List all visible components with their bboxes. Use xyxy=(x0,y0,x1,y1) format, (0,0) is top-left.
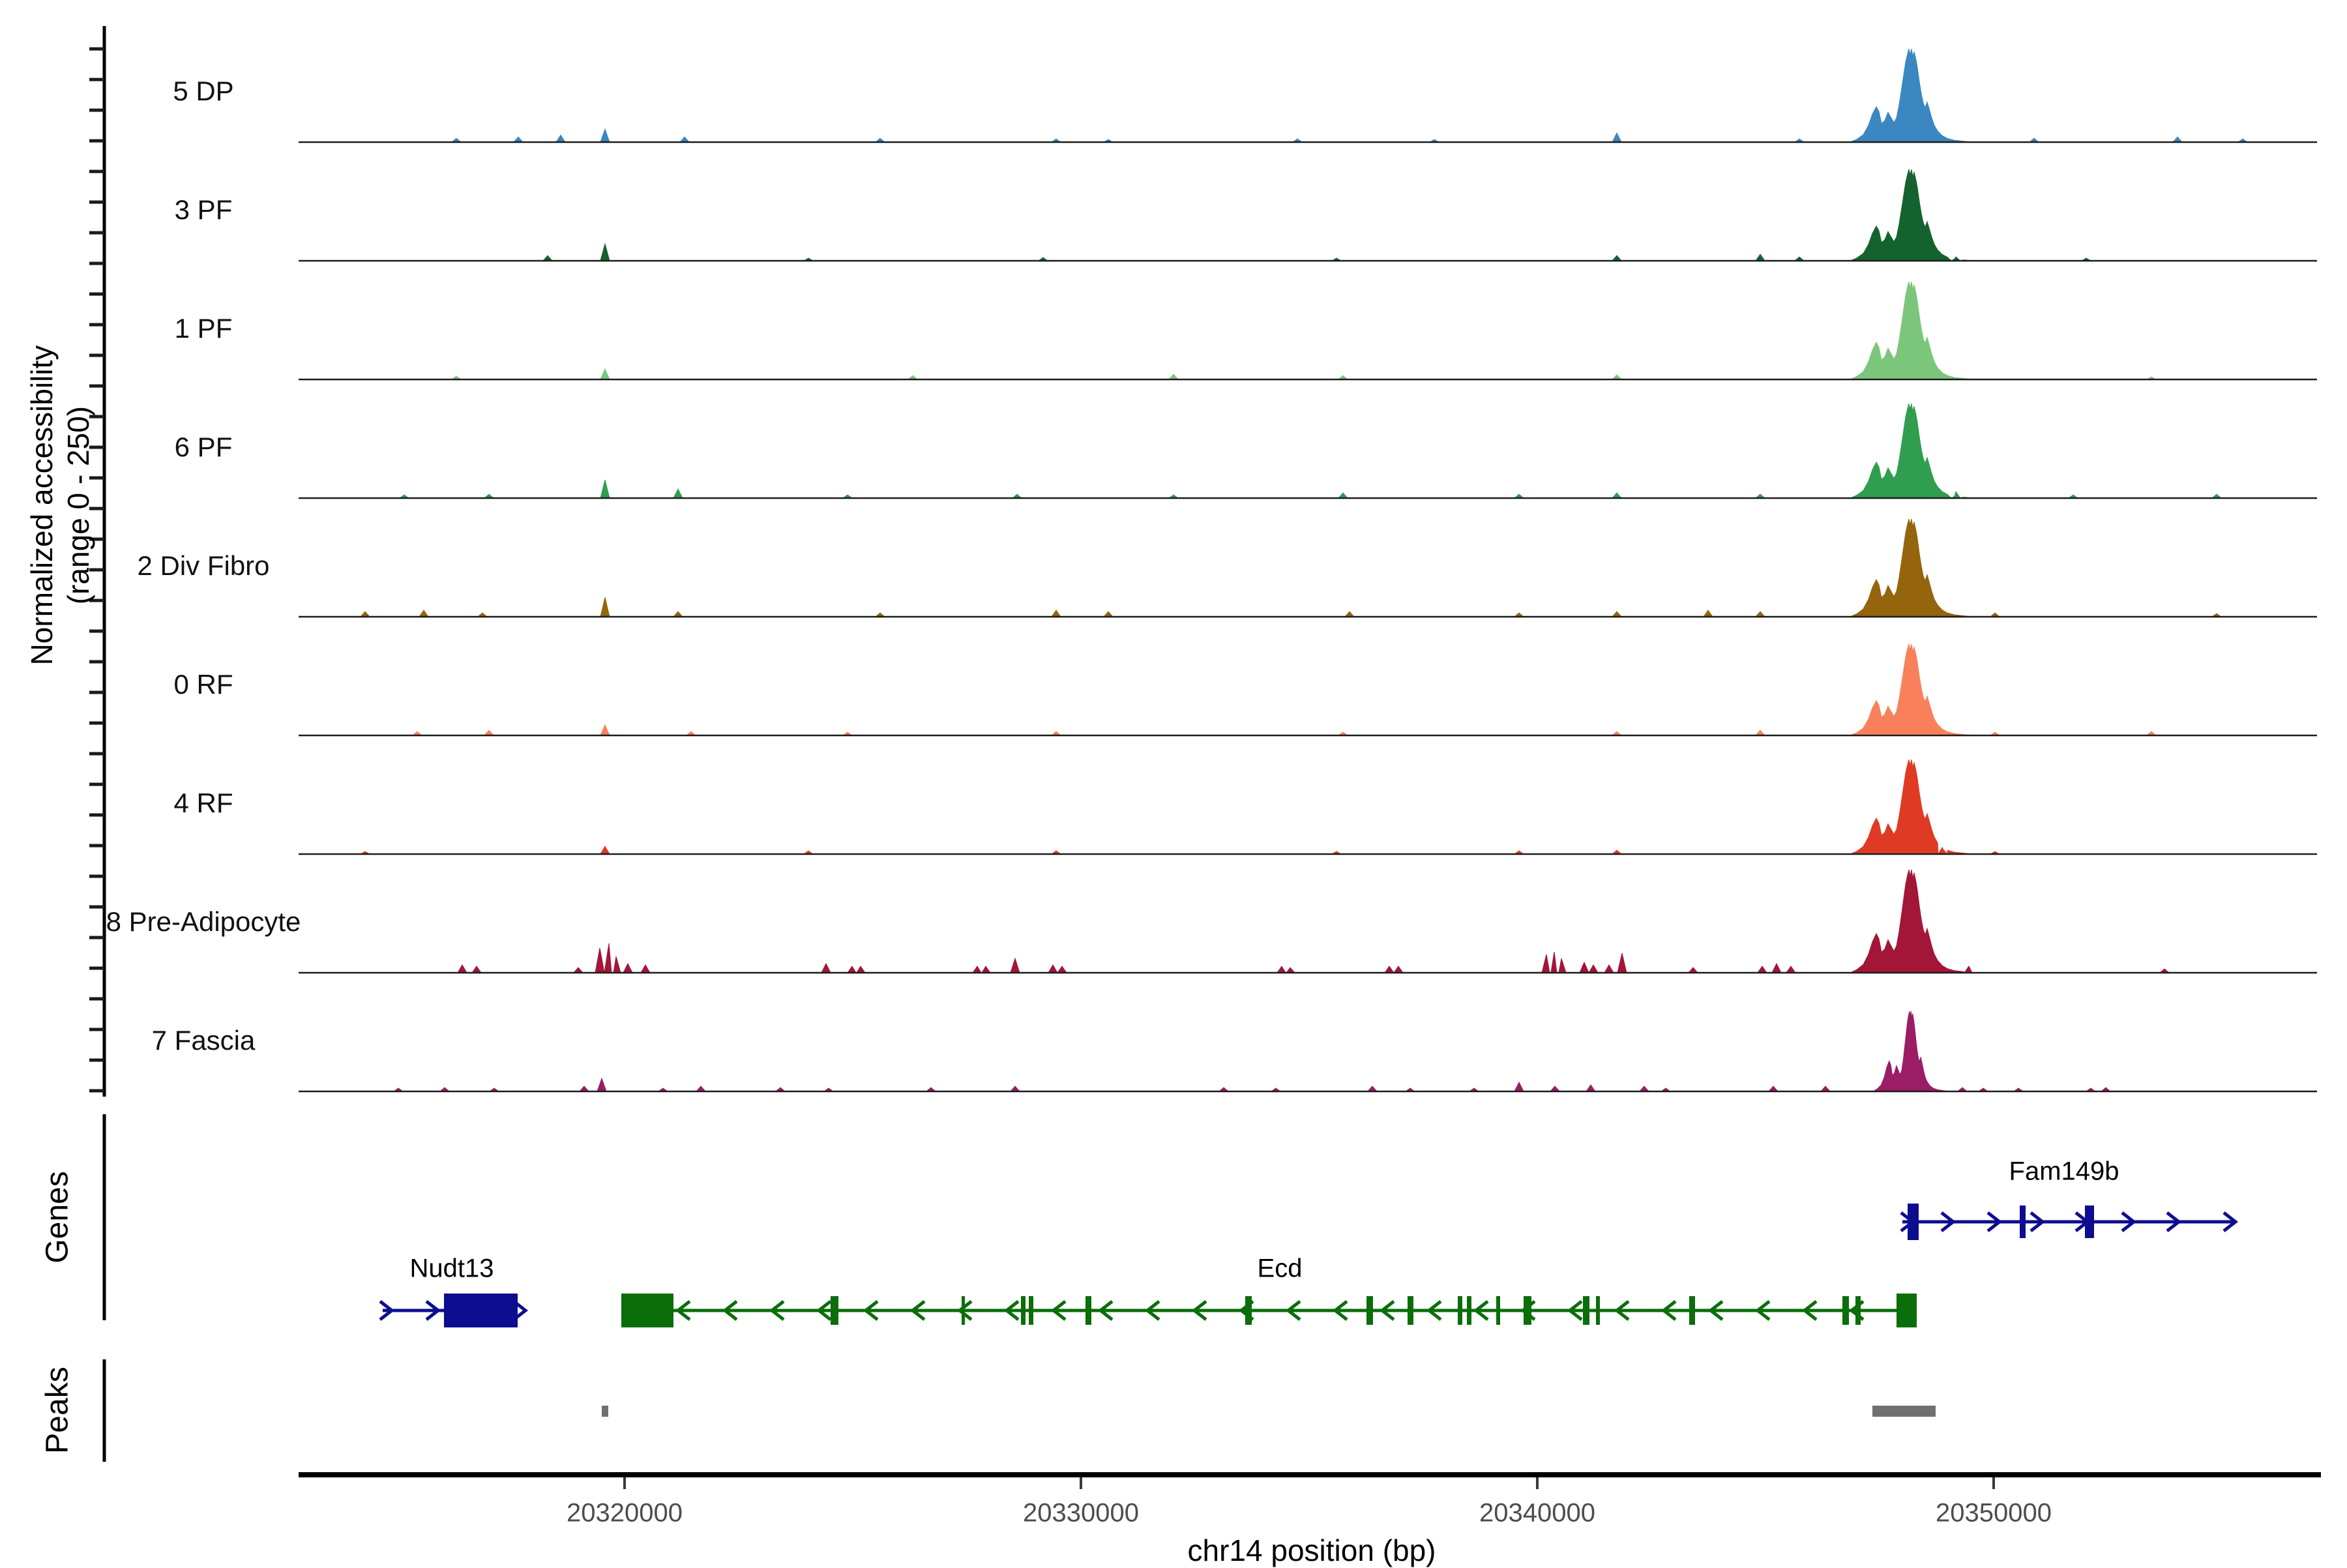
y-axis-label-line1: Normalized accessibility xyxy=(25,345,59,666)
gene-label-nudt13: Nudt13 xyxy=(409,1254,494,1283)
gene-label-fam149b: Fam149b xyxy=(2009,1157,2119,1186)
figure-canvas xyxy=(89,26,2321,1489)
coverage-track-8 xyxy=(299,1011,2317,1092)
x-axis-title: chr14 position (bp) xyxy=(1187,1533,1436,1567)
peak-region-rect xyxy=(602,1406,608,1417)
gene-exon-Ecd xyxy=(1408,1296,1413,1325)
gene-exon-Ecd xyxy=(1583,1296,1589,1325)
gene-exon-Ecd xyxy=(621,1294,673,1327)
gene-exon-Ecd xyxy=(1897,1294,1917,1327)
gene-exon-Fam149b xyxy=(2020,1206,2026,1238)
gene-exon-Fam149b xyxy=(2085,1206,2094,1238)
gene-exon-Ecd xyxy=(1029,1296,1033,1325)
x-tick-label-20330000: 20330000 xyxy=(1023,1498,1139,1528)
gene-exon-Fam149b xyxy=(1908,1204,1919,1240)
track-label-7-fascia: 7 Fascia xyxy=(151,1025,256,1056)
track-label-8-pre-adipocyte: 8 Pre-Adipocyte xyxy=(106,906,301,937)
track-label-0-rf: 0 RF xyxy=(173,669,233,700)
x-tick-label-20340000: 20340000 xyxy=(1479,1498,1595,1528)
track-label-6-pf: 6 PF xyxy=(174,432,233,462)
genome-browser-figure: { "figure": {"width_px": 3600, "height_p… xyxy=(0,0,2347,1567)
coverage-track-1 xyxy=(299,168,2317,261)
gene-exon-Ecd xyxy=(1458,1296,1462,1325)
x-tick-label-20320000: 20320000 xyxy=(567,1498,683,1528)
gene-exon-Ecd xyxy=(1842,1296,1849,1325)
gene-exon-Nudt13 xyxy=(444,1294,518,1327)
y-axis-label-line2: (range 0 - 250) xyxy=(61,406,95,605)
gene-exon-Ecd xyxy=(1524,1296,1531,1325)
coverage-track-4 xyxy=(299,518,2317,617)
track-label-3-pf: 3 PF xyxy=(174,194,233,225)
gene-exon-Ecd xyxy=(1366,1296,1373,1325)
track-label-2-div-fibro: 2 Div Fibro xyxy=(137,550,270,581)
gene-exon-Ecd xyxy=(1596,1296,1600,1325)
track-label-5-dp: 5 DP xyxy=(173,76,234,106)
gene-exon-Ecd xyxy=(962,1296,965,1325)
gene-exon-Ecd xyxy=(1689,1296,1695,1325)
peaks-section-label: Peaks xyxy=(40,1367,75,1454)
coverage-track-6 xyxy=(299,759,2317,855)
coverage-track-3 xyxy=(299,403,2317,499)
gene-exon-Ecd xyxy=(1085,1296,1091,1325)
coverage-track-7 xyxy=(299,869,2317,974)
gene-exon-Ecd xyxy=(831,1296,838,1325)
genes-section-label: Genes xyxy=(40,1171,75,1264)
track-label-4-rf: 4 RF xyxy=(173,788,233,818)
peak-region-rect xyxy=(1872,1406,1936,1417)
x-tick-label-20350000: 20350000 xyxy=(1936,1498,2052,1528)
coverage-track-0 xyxy=(299,48,2317,143)
track-label-1-pf: 1 PF xyxy=(174,313,233,344)
gene-label-ecd: Ecd xyxy=(1257,1254,1303,1283)
gene-exon-Ecd xyxy=(1855,1296,1861,1325)
gene-exon-Ecd xyxy=(1467,1296,1471,1325)
coverage-track-5 xyxy=(299,643,2317,736)
y-axis-label: Normalized accessibility (range 0 - 250) xyxy=(23,346,96,666)
gene-exon-Ecd xyxy=(1245,1296,1252,1325)
gene-exon-Ecd xyxy=(1496,1296,1500,1325)
coverage-track-2 xyxy=(299,281,2317,380)
gene-exon-Ecd xyxy=(1021,1296,1026,1325)
